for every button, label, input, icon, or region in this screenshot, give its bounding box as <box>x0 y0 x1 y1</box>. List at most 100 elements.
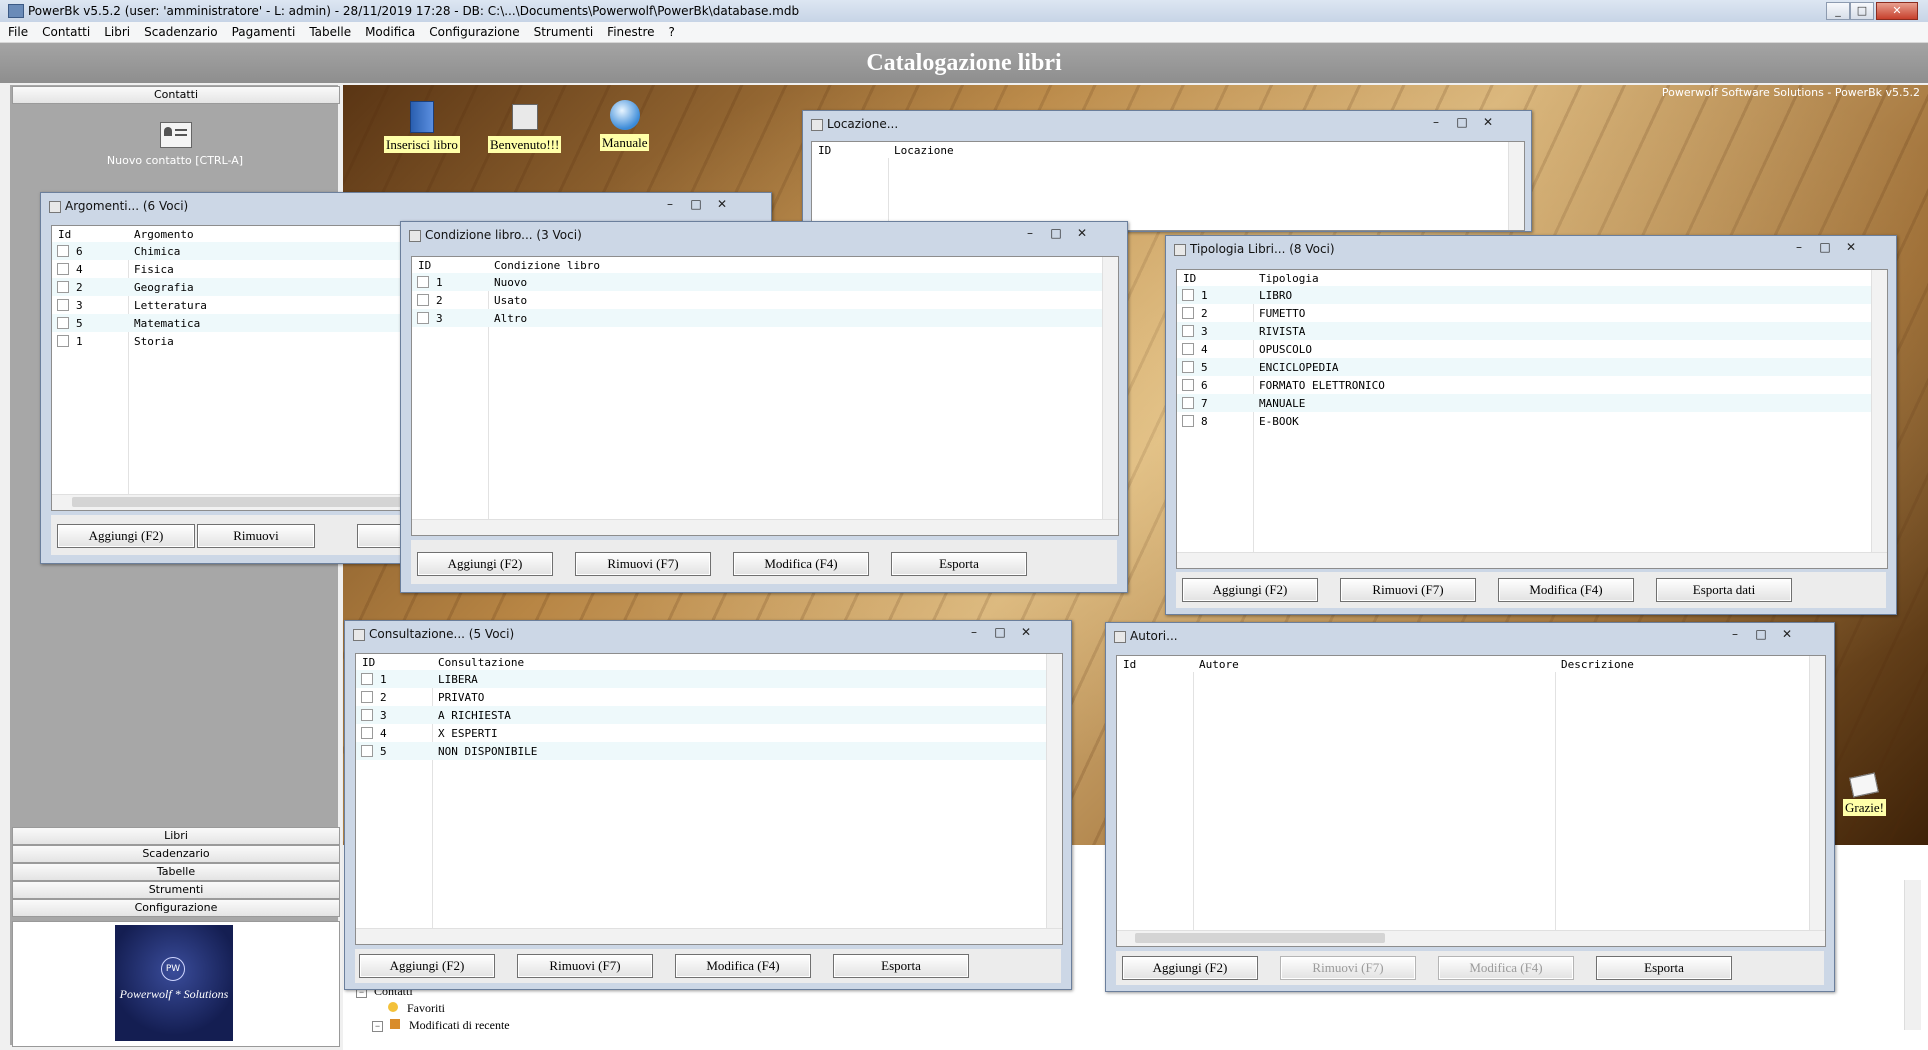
table-row[interactable]: 3 RIVISTA <box>1177 322 1871 340</box>
minimize-icon[interactable]: – <box>657 196 683 212</box>
menu-configurazione[interactable]: Configurazione <box>421 22 525 39</box>
row-checkbox[interactable] <box>417 276 429 288</box>
autori-grid[interactable]: Id Autore Descrizione <box>1116 655 1826 947</box>
window-controls[interactable]: – □ ✕ <box>657 196 735 212</box>
row-checkbox[interactable] <box>57 281 69 293</box>
row-checkbox[interactable] <box>1182 343 1194 355</box>
scroll-thumb[interactable] <box>1135 933 1385 943</box>
menu-scadenzario[interactable]: Scadenzario <box>136 22 223 39</box>
row-checkbox[interactable] <box>1182 379 1194 391</box>
vertical-scrollbar[interactable] <box>1102 257 1118 519</box>
menu-contatti[interactable]: Contatti <box>34 22 96 39</box>
rimuovi-button[interactable]: Rimuovi (F7) <box>1340 578 1476 602</box>
table-row[interactable]: 5 ENCICLOPEDIA <box>1177 358 1871 376</box>
window-locazione[interactable]: Locazione... – □ ✕ ID Locazione <box>802 110 1532 232</box>
tipologia-grid[interactable]: ID Tipologia 1 LIBRO 2 FUMETTO 3 RIVISTA 4 OP… <box>1176 269 1888 569</box>
aggiungi-button[interactable]: Aggiungi (F2) <box>57 524 195 548</box>
maximize-icon[interactable]: □ <box>1748 626 1774 642</box>
table-row[interactable]: 2 FUMETTO <box>1177 304 1871 322</box>
row-checkbox[interactable] <box>57 263 69 275</box>
row-checkbox[interactable] <box>361 673 373 685</box>
menu-pagamenti[interactable]: Pagamenti <box>224 22 302 39</box>
horizontal-scrollbar[interactable] <box>1117 930 1825 946</box>
table-row[interactable]: 2 Usato <box>412 291 1102 309</box>
table-row[interactable]: 6 FORMATO ELETTRONICO <box>1177 376 1871 394</box>
window-condizione[interactable]: Condizione libro... (3 Voci) – □ ✕ ID Condi… <box>400 221 1128 593</box>
desktop-icon-benvenuto[interactable]: Benvenuto!!! <box>488 104 562 153</box>
row-checkbox[interactable] <box>1182 397 1194 409</box>
row-checkbox[interactable] <box>361 745 373 757</box>
left-bar-scadenzario[interactable]: Scadenzario <box>12 845 340 863</box>
table-row[interactable]: 4X ESPERTI <box>356 724 1046 742</box>
horizontal-scrollbar[interactable] <box>412 519 1118 535</box>
rimuovi-button[interactable]: Rimuovi (F7) <box>517 954 653 978</box>
row-checkbox[interactable] <box>417 312 429 324</box>
table-row[interactable]: 8 E-BOOK <box>1177 412 1871 430</box>
row-checkbox[interactable] <box>1182 307 1194 319</box>
table-row[interactable]: 1 LIBERA <box>356 670 1046 688</box>
esporta-button[interactable]: Esporta <box>891 552 1027 576</box>
row-checkbox[interactable] <box>361 709 373 721</box>
minimize-icon[interactable]: – <box>1786 239 1812 255</box>
contatti-bar[interactable]: Contatti <box>12 86 340 104</box>
aggiungi-button[interactable]: Aggiungi (F2) <box>417 552 553 576</box>
maximize-icon[interactable]: □ <box>1449 114 1475 130</box>
window-controls[interactable]: – □ ✕ <box>961 624 1039 640</box>
row-checkbox[interactable] <box>57 335 69 347</box>
minimize-icon[interactable]: – <box>1017 225 1043 241</box>
rimuovi-button[interactable]: Rimuovi <box>197 524 315 548</box>
row-checkbox[interactable] <box>57 299 69 311</box>
vertical-scrollbar[interactable] <box>1809 656 1825 930</box>
vertical-scrollbar[interactable] <box>1871 270 1887 552</box>
minimize-icon[interactable]: – <box>1722 626 1748 642</box>
menu-strumenti[interactable]: Strumenti <box>526 22 600 39</box>
left-bar-strumenti[interactable]: Strumenti <box>12 881 340 899</box>
condizione-grid[interactable]: ID Condizione libro 1 Nuovo 2 Usato 3 Altro <box>411 256 1119 536</box>
close-icon[interactable]: ✕ <box>1475 114 1501 130</box>
maximize-button[interactable]: □ <box>1850 2 1874 20</box>
close-icon[interactable]: ✕ <box>1069 225 1095 241</box>
esporta-button[interactable]: Esporta <box>833 954 969 978</box>
window-consultazione[interactable]: Consultazione... (5 Voci) – □ ✕ ID Consulta… <box>344 620 1072 990</box>
row-checkbox[interactable] <box>361 691 373 703</box>
menu-file[interactable]: File <box>0 22 34 39</box>
rimuovi-button[interactable]: Rimuovi (F7) <box>575 552 711 576</box>
row-checkbox[interactable] <box>361 727 373 739</box>
aggiungi-button[interactable]: Aggiungi (F2) <box>1182 578 1318 602</box>
aggiungi-button[interactable]: Aggiungi (F2) <box>359 954 495 978</box>
tree-item-recenti[interactable]: − Modificati di recente <box>372 1018 510 1033</box>
close-icon[interactable]: ✕ <box>1838 239 1864 255</box>
table-row[interactable]: 3 Altro <box>412 309 1102 327</box>
window-controls[interactable]: – □ ✕ <box>1423 114 1501 130</box>
table-row[interactable]: 7 MANUALE <box>1177 394 1871 412</box>
menu-modifica[interactable]: Modifica <box>357 22 421 39</box>
esporta-button[interactable]: Esporta <box>1596 956 1732 980</box>
horizontal-scrollbar[interactable] <box>356 928 1062 944</box>
row-checkbox[interactable] <box>1182 361 1194 373</box>
rimuovi-button[interactable]: Rimuovi (F7) <box>1280 956 1416 980</box>
table-row[interactable]: 2 PRIVATO <box>356 688 1046 706</box>
table-row[interactable]: 1 LIBRO <box>1177 286 1871 304</box>
modifica-button[interactable]: Modifica (F4) <box>1438 956 1574 980</box>
scroll-thumb[interactable] <box>72 497 452 507</box>
minimize-icon[interactable]: – <box>1423 114 1449 130</box>
row-checkbox[interactable] <box>57 245 69 257</box>
minimize-button[interactable]: _ <box>1826 2 1850 20</box>
window-autori[interactable]: Autori... – □ ✕ Id Autore Descrizione Aggiun… <box>1105 622 1835 992</box>
menu-tabelle[interactable]: Tabelle <box>301 22 357 39</box>
maximize-icon[interactable]: □ <box>987 624 1013 640</box>
menu-finestre[interactable]: Finestre <box>599 22 660 39</box>
aggiungi-button[interactable]: Aggiungi (F2) <box>1122 956 1258 980</box>
window-controls[interactable]: – □ ✕ <box>1017 225 1095 241</box>
table-row[interactable]: 4 OPUSCOLO <box>1177 340 1871 358</box>
tree-item-favoriti[interactable]: Favoriti <box>388 1001 445 1016</box>
left-bar-tabelle[interactable]: Tabelle <box>12 863 340 881</box>
modifica-button[interactable]: Modifica (F4) <box>733 552 869 576</box>
table-row[interactable]: 5 NON DISPONIBILE <box>356 742 1046 760</box>
vertical-scrollbar[interactable] <box>1508 142 1524 230</box>
new-contact-label[interactable]: Nuovo contatto [CTRL-A] <box>95 154 255 167</box>
maximize-icon[interactable]: □ <box>1043 225 1069 241</box>
menu-help[interactable]: ? <box>661 22 681 39</box>
left-bar-libri[interactable]: Libri <box>12 827 340 845</box>
row-checkbox[interactable] <box>417 294 429 306</box>
